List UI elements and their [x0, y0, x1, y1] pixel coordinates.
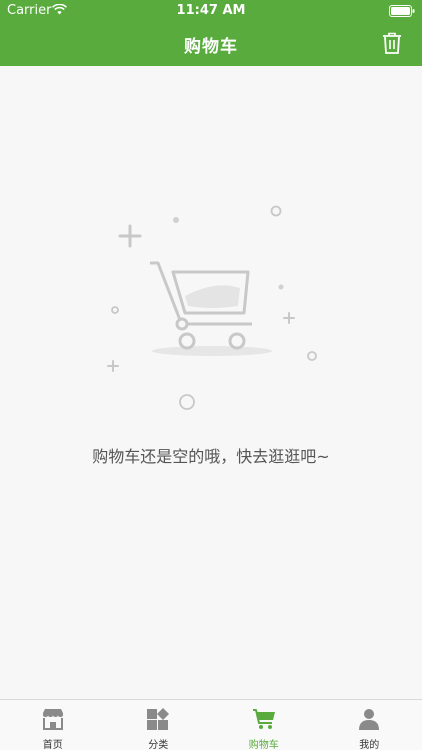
nav-bar: Carrier 11:47 AM 购物车	[0, 0, 422, 66]
battery-icon	[389, 5, 415, 17]
status-bar: Carrier 11:47 AM	[0, 0, 422, 22]
empty-cart-illustration	[107, 205, 317, 410]
tab-label: 我的	[359, 740, 380, 750]
clear-cart-button[interactable]	[382, 32, 402, 54]
trash-icon	[383, 32, 401, 54]
tab-label: 购物车	[248, 740, 279, 750]
tab-home[interactable]: 首页	[0, 700, 106, 750]
cart-icon	[252, 709, 275, 729]
tab-bar: 首页 分类 购物车 我的	[0, 699, 422, 750]
user-icon	[359, 709, 380, 730]
empty-cart-message: 购物车还是空的哦，快去逛逛吧~	[92, 447, 330, 466]
tab-label: 分类	[148, 740, 169, 750]
tab-profile[interactable]: 我的	[317, 700, 422, 750]
category-grid-icon	[147, 708, 170, 730]
status-time: 11:47 AM	[176, 3, 246, 18]
page-title: 购物车	[184, 37, 238, 57]
storefront-icon	[42, 709, 63, 730]
tab-label: 首页	[42, 740, 63, 750]
tab-cart[interactable]: 购物车	[211, 700, 317, 750]
tab-category[interactable]: 分类	[106, 700, 212, 750]
